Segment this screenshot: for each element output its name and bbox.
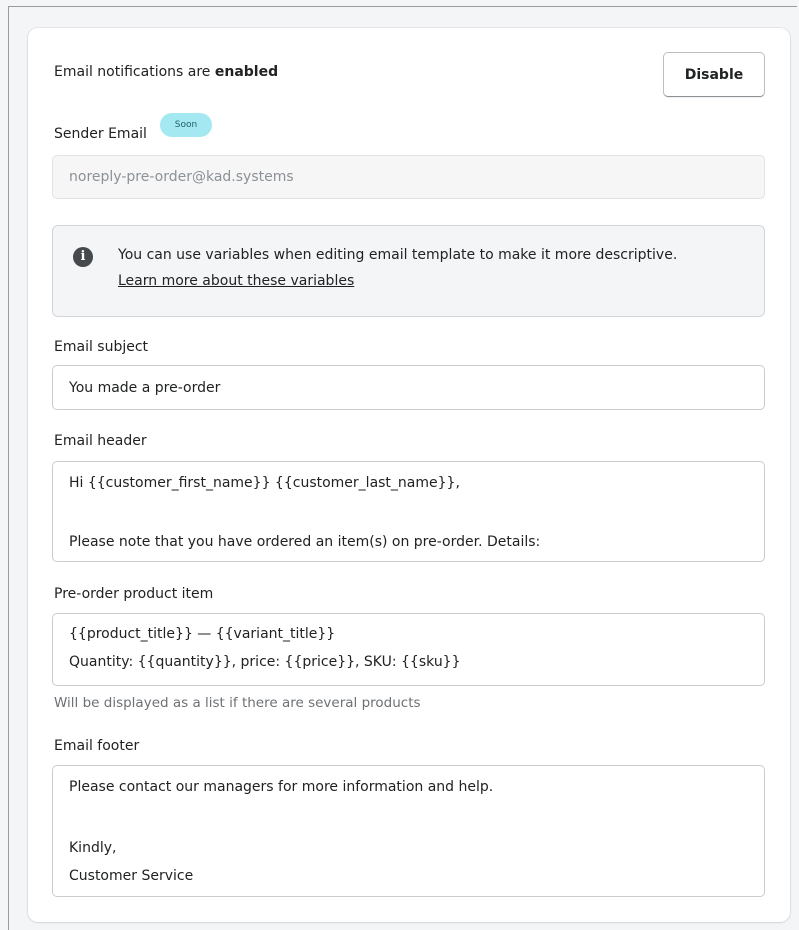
- product-item-line-1: {{product_title}} — {{variant_title}}: [69, 626, 336, 642]
- learn-more-link[interactable]: Learn more about these variables: [118, 273, 354, 289]
- product-item-label: Pre-order product item: [54, 586, 214, 602]
- info-icon: i: [73, 247, 93, 267]
- email-subject-input[interactable]: You made a pre-order: [52, 365, 765, 410]
- email-header-textarea[interactable]: Hi {{customer_first_name}} {{customer_la…: [52, 461, 765, 562]
- product-item-textarea[interactable]: {{product_title}} — {{variant_title}} Qu…: [52, 613, 765, 686]
- email-footer-label: Email footer: [54, 738, 140, 754]
- status-prefix: Email notifications are: [54, 64, 211, 80]
- email-footer-line-2: Kindly,: [69, 840, 117, 856]
- email-footer-textarea[interactable]: Please contact our managers for more inf…: [52, 765, 765, 897]
- email-subject-label: Email subject: [54, 339, 149, 355]
- sender-email-field: noreply-pre-order@kad.systems: [52, 155, 765, 199]
- product-item-help-text: Will be displayed as a list if there are…: [54, 695, 421, 711]
- soon-badge: Soon: [160, 113, 212, 137]
- email-settings-card: Email notifications are enabled Disable …: [28, 28, 790, 922]
- email-subject-value: You made a pre-order: [69, 380, 221, 396]
- variables-info-banner: i You can use variables when editing ema…: [52, 225, 765, 317]
- email-header-line-1: Hi {{customer_first_name}} {{customer_la…: [69, 475, 460, 491]
- email-header-label: Email header: [54, 433, 147, 449]
- notifications-status: Email notifications are enabled: [54, 64, 278, 80]
- product-item-line-2: Quantity: {{quantity}}, price: {{price}}…: [69, 654, 461, 670]
- status-value: enabled: [214, 64, 279, 80]
- banner-text: You can use variables when editing email…: [118, 247, 678, 263]
- email-footer-line-1: Please contact our managers for more inf…: [69, 779, 494, 795]
- sender-email-label: Sender Email: [54, 126, 147, 142]
- sender-email-value: noreply-pre-order@kad.systems: [69, 169, 294, 185]
- disable-button[interactable]: Disable: [663, 52, 765, 97]
- email-header-line-2: Please note that you have ordered an ite…: [69, 534, 541, 550]
- email-footer-line-3: Customer Service: [69, 868, 194, 884]
